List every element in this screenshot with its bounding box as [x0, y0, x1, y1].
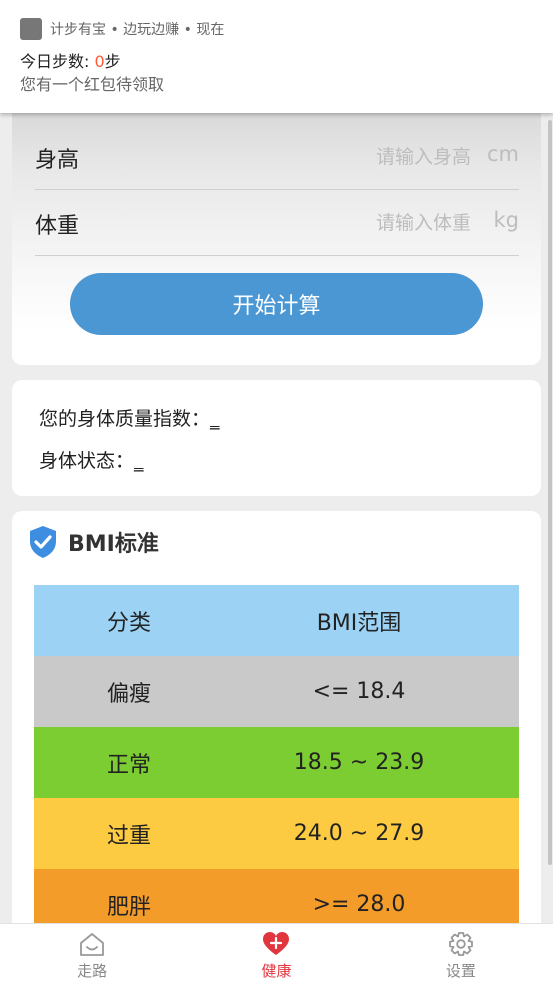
- shield-check-icon: [30, 526, 56, 558]
- height-unit: cm: [486, 142, 519, 166]
- weight-input[interactable]: [301, 212, 471, 234]
- row-category: 偏瘦: [107, 681, 152, 707]
- row-category: 肥胖: [107, 894, 152, 920]
- notification-banner[interactable]: 计步有宝 • 边玩边赚 • 现在 今日步数: 0步 您有一个红包待领取: [0, 0, 553, 113]
- height-input[interactable]: [301, 146, 471, 168]
- home-face-icon: [80, 933, 105, 956]
- bmi-input-card: 身高 cm 体重 kg 开始计算: [12, 100, 541, 365]
- heart-plus-icon: [263, 932, 290, 955]
- bmi-result-card: 您的身体质量指数：_ 身体状态：_: [12, 380, 541, 496]
- bmi-index-line: 您的身体质量指数：_: [39, 404, 220, 431]
- gear-icon: [448, 932, 473, 956]
- bmi-index-value: _: [210, 408, 220, 430]
- bmi-standard-header: BMI标准: [28, 525, 159, 559]
- bmi-index-label: 您的身体质量指数：: [39, 408, 211, 430]
- body-status-line: 身体状态：_: [39, 446, 144, 473]
- weight-unit: kg: [493, 208, 520, 232]
- bmi-standard-card: BMI标准 分类 BMI范围 偏瘦 <= 18.4 正常 18.5 ~ 23.9…: [12, 511, 541, 941]
- tab-health-label: 健康: [261, 962, 292, 980]
- steps-count: 0: [94, 52, 105, 71]
- notification-source: 计步有宝 • 边玩边赚 • 现在: [50, 22, 225, 38]
- scrollbar[interactable]: [548, 120, 552, 865]
- tab-settings[interactable]: 设置: [369, 924, 553, 983]
- height-label: 身高: [35, 148, 80, 173]
- tab-walk-label: 走路: [77, 962, 108, 980]
- body-status-value: _: [134, 450, 144, 472]
- tab-health[interactable]: 健康: [184, 924, 368, 983]
- table-row-overweight: 过重 24.0 ~ 27.9: [34, 798, 519, 869]
- table-row-underweight: 偏瘦 <= 18.4: [34, 656, 519, 727]
- row-range: 18.5 ~ 23.9: [293, 750, 425, 775]
- notification-header: 计步有宝 • 边玩边赚 • 现在: [20, 18, 224, 40]
- height-row: 身高 cm: [35, 124, 519, 190]
- row-range: <= 18.4: [312, 679, 406, 704]
- table-row-normal: 正常 18.5 ~ 23.9: [34, 727, 519, 798]
- tab-settings-label: 设置: [445, 962, 476, 980]
- row-range: >= 28.0: [312, 892, 406, 917]
- weight-label: 体重: [35, 214, 80, 239]
- steps-unit: 步: [104, 52, 121, 71]
- steps-label: 今日步数:: [20, 52, 95, 71]
- app-icon: [20, 18, 42, 40]
- notification-title: 今日步数: 0步: [20, 48, 121, 72]
- body-status-label: 身体状态：: [39, 450, 135, 472]
- header-range: BMI范围: [316, 610, 402, 636]
- bmi-standard-title: BMI标准: [68, 532, 159, 557]
- row-range: 24.0 ~ 27.9: [293, 821, 425, 846]
- row-category: 正常: [107, 752, 152, 778]
- notification-body: 您有一个红包待领取: [20, 75, 165, 94]
- bmi-standard-table: 分类 BMI范围 偏瘦 <= 18.4 正常 18.5 ~ 23.9 过重 24…: [34, 585, 519, 940]
- weight-row: 体重 kg: [35, 190, 519, 256]
- row-category: 过重: [107, 823, 152, 849]
- header-category: 分类: [107, 610, 152, 636]
- tab-walk[interactable]: 走路: [0, 924, 184, 983]
- table-header-row: 分类 BMI范围: [34, 585, 519, 656]
- start-calculation-button[interactable]: 开始计算: [70, 273, 483, 335]
- bottom-tab-bar: 走路 健康 设置: [0, 923, 553, 983]
